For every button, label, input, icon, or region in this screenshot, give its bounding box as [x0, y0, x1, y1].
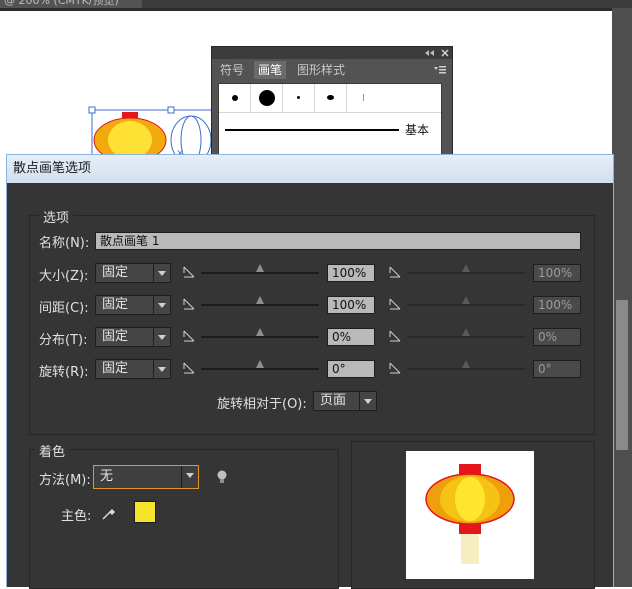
scatter-min-field[interactable]: 0%: [327, 328, 375, 346]
method-label: 方法(M):: [39, 473, 91, 488]
brush-stroke-basic[interactable]: [225, 129, 399, 131]
key-color-label: 主色:: [61, 509, 92, 524]
chevron-down-icon: [359, 392, 376, 410]
brush-divider: [219, 112, 441, 113]
brush-swatch-oval[interactable]: [315, 84, 347, 112]
rotation-slider-track-2: [407, 368, 525, 370]
panel-menu-icon[interactable]: [433, 65, 447, 75]
tab-symbols[interactable]: 符号: [216, 61, 248, 79]
scatter-slider-track[interactable]: [201, 336, 319, 338]
brush-swatch-thin[interactable]: [347, 84, 379, 112]
spacing-slider-track-2: [407, 304, 525, 306]
rotation-relative-select[interactable]: 页面: [313, 391, 377, 411]
rotation-method-select[interactable]: 固定: [95, 359, 171, 379]
vertical-scrollbar[interactable]: [616, 300, 628, 450]
rotation-slider-track[interactable]: [201, 368, 319, 370]
brush-swatch-small-dot[interactable]: [219, 84, 251, 112]
tab-brushes[interactable]: 画笔: [254, 61, 287, 79]
rotation-slider-thumb[interactable]: [256, 360, 264, 368]
size-label: 大小(Z):: [39, 269, 89, 284]
scatter-slider-track-2: [407, 336, 525, 338]
coloring-method-select[interactable]: 无: [93, 465, 199, 489]
size-max-field: 100%: [533, 264, 581, 282]
lantern-preview-image: [425, 464, 515, 564]
chevron-down-icon: [153, 296, 170, 314]
scatter-label: 分布(T):: [39, 333, 88, 348]
spacing-label: 间距(C):: [39, 301, 89, 316]
brush-basic-label: 基本: [405, 123, 430, 137]
spacing-method-select[interactable]: 固定: [95, 295, 171, 315]
scatter-method-select[interactable]: 固定: [95, 327, 171, 347]
variation-icon: [389, 266, 401, 278]
spacing-max-field: 100%: [533, 296, 581, 314]
document-tab[interactable]: @ 200% (CMYK/预览): [0, 0, 142, 8]
coloring-method-value: 无: [100, 469, 114, 484]
size-slider-track[interactable]: [201, 272, 319, 274]
variation-icon: [389, 298, 401, 310]
dialog-title[interactable]: 散点画笔选项: [7, 155, 613, 183]
size-method-value: 固定: [102, 265, 129, 280]
chevron-down-icon: [153, 360, 170, 378]
document-right-panel-edge: [612, 8, 632, 587]
dialog-body: 选项 名称(N): 散点画笔 1 大小(Z): 固定 100% 100% 间距(…: [7, 183, 613, 589]
eyedropper-icon[interactable]: [101, 505, 117, 521]
size-slider-thumb[interactable]: [256, 264, 264, 272]
variation-icon: [389, 330, 401, 342]
variation-icon: [183, 266, 195, 278]
size-min-field[interactable]: 100%: [327, 264, 375, 282]
scatter-slider-thumb-2: [462, 328, 470, 336]
brush-preview-box: [406, 451, 534, 579]
spacing-slider-track[interactable]: [201, 304, 319, 306]
variation-icon: [183, 298, 195, 310]
scatter-slider-thumb[interactable]: [256, 328, 264, 336]
rotation-relative-label: 旋转相对于(O):: [217, 397, 307, 412]
coloring-group-label: 着色: [35, 441, 70, 460]
spacing-slider-thumb-2: [462, 296, 470, 304]
name-label: 名称(N):: [39, 236, 90, 251]
chevron-down-icon: [181, 466, 198, 488]
variation-icon: [183, 362, 195, 374]
close-icon[interactable]: [441, 49, 449, 57]
size-slider-thumb-2: [462, 264, 470, 272]
tips-bulb-icon[interactable]: [216, 469, 228, 485]
rotation-method-value: 固定: [102, 361, 129, 376]
options-group-label: 选项: [39, 207, 74, 226]
spacing-slider-thumb[interactable]: [256, 296, 264, 304]
tab-graphic-styles[interactable]: 图形样式: [293, 61, 349, 79]
name-field[interactable]: 散点画笔 1: [95, 232, 581, 250]
spacing-method-value: 固定: [102, 297, 129, 312]
rotation-max-field: 0°: [533, 360, 581, 378]
brush-swatch-tiny-dot[interactable]: [283, 84, 315, 112]
collapse-icon[interactable]: [424, 49, 436, 57]
size-slider-track-2: [407, 272, 525, 274]
chevron-down-icon: [153, 264, 170, 282]
rotation-slider-thumb-2: [462, 360, 470, 368]
brush-swatch-large-dot[interactable]: [251, 84, 283, 112]
document-tab-bar: @ 200% (CMYK/预览): [0, 0, 632, 8]
variation-icon: [183, 330, 195, 342]
scatter-max-field: 0%: [533, 328, 581, 346]
key-color-swatch[interactable]: [134, 501, 156, 523]
size-method-select[interactable]: 固定: [95, 263, 171, 283]
rotation-label: 旋转(R):: [39, 365, 89, 380]
rotation-min-field[interactable]: 0°: [327, 360, 375, 378]
chevron-down-icon: [153, 328, 170, 346]
scatter-brush-options-dialog: 散点画笔选项 选项 名称(N): 散点画笔 1 大小(Z): 固定 100% 1…: [6, 154, 614, 589]
spacing-min-field[interactable]: 100%: [327, 296, 375, 314]
scatter-method-value: 固定: [102, 329, 129, 344]
brush-panel-header[interactable]: [212, 47, 452, 59]
variation-icon: [389, 362, 401, 374]
rotation-relative-value: 页面: [320, 393, 347, 408]
